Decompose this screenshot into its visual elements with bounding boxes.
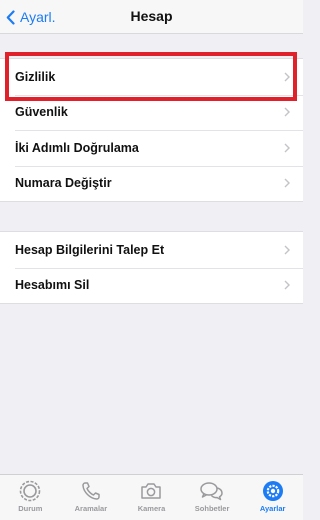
list-item-label: Hesap Bilgilerini Talep Et [15,242,165,257]
tab-label: Kamera [137,504,166,513]
camera-icon [141,483,162,499]
navigation-bar: Ayarl. Hesap [0,0,303,34]
list-item-label: Hesabımı Sil [15,278,90,293]
list-item-label: İki Adımlı Doğrulama [15,140,139,155]
tab-label: Aramalar [74,504,108,513]
chevron-right-icon [284,280,290,290]
settings-gear-icon [262,481,283,501]
tab-label: Durum [18,504,43,513]
list-item-privacy[interactable]: Gizlilik [0,59,303,95]
list-item-change-number[interactable]: Numara Değiştir [0,165,303,202]
list-item-security[interactable]: Güvenlik [0,94,303,131]
list-item-request-account-info[interactable]: Hesap Bilgilerini Talep Et [0,232,303,268]
tab-label: Sohbetler [194,504,230,513]
phone-icon [82,482,100,500]
chevron-right-icon [284,107,290,117]
tab-label: Ayarlar [259,504,286,513]
tab-status[interactable]: Durum [0,475,61,520]
page-title: Hesap [130,8,173,24]
tab-settings[interactable]: Ayarlar [242,475,303,520]
list-item-delete-account[interactable]: Hesabımı Sil [0,267,303,304]
chats-icon [200,482,223,501]
account-data-group: Hesap Bilgilerini Talep Et Hesabımı Sil [0,231,303,304]
tab-calls[interactable]: Aramalar [61,475,122,520]
status-icon [19,480,41,502]
tab-camera[interactable]: Kamera [121,475,182,520]
chevron-right-icon [284,245,290,255]
chevron-right-icon [284,143,290,153]
account-settings-group: Gizlilik Güvenlik İki Adımlı Doğrulama N… [0,58,303,202]
list-item-label: Numara Değiştir [15,176,112,191]
list-item-two-step-verification[interactable]: İki Adımlı Doğrulama [0,130,303,166]
list-item-label: Güvenlik [15,105,68,120]
tab-chats[interactable]: Sohbetler [182,475,243,520]
chevron-right-icon [284,178,290,188]
list-item-label: Gizlilik [15,69,56,84]
tab-bar: Durum Aramalar Kamera Sohbetler Ayarlar [0,474,303,520]
chevron-right-icon [284,72,290,82]
